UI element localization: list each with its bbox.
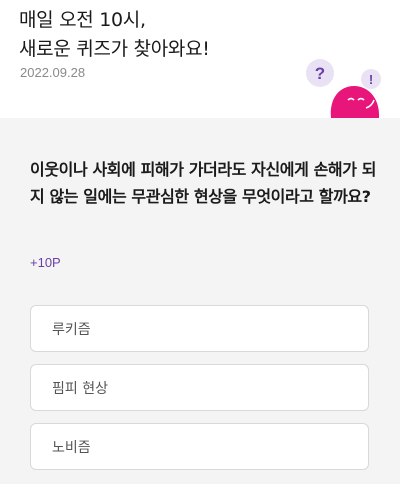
answer-option-1[interactable]: 루키즘 [30,305,369,352]
page-title: 매일 오전 10시, 새로운 퀴즈가 찾아와요! [19,6,210,64]
answer-option-3[interactable]: 노비즘 [30,423,369,470]
mascot-icon: ? ! [306,59,381,118]
quiz-header: 매일 오전 10시, 새로운 퀴즈가 찾아와요! 2022.09.28 ? ! [0,0,400,118]
answer-option-label: 루키즘 [52,321,91,338]
answer-option-label: 핌피 현상 [52,380,108,397]
answer-option-2[interactable]: 핌피 현상 [30,364,369,411]
exclamation-mark: ! [369,72,373,87]
question-mark: ? [315,64,325,83]
quiz-area: 이웃이나 사회에 피해가 가더라도 자신에게 손해가 되지 않는 일에는 무관심… [0,118,400,484]
quiz-question: 이웃이나 사회에 피해가 가더라도 자신에게 손해가 되지 않는 일에는 무관심… [30,160,377,206]
headline-line-2: 새로운 퀴즈가 찾아와요! [19,38,210,60]
answer-option-label: 노비즘 [52,439,91,456]
quiz-date: 2022.09.28 [20,65,86,80]
headline-line-1: 매일 오전 10시, [19,9,146,31]
mascot-body [330,86,380,118]
points-reward: +10P [30,255,61,270]
